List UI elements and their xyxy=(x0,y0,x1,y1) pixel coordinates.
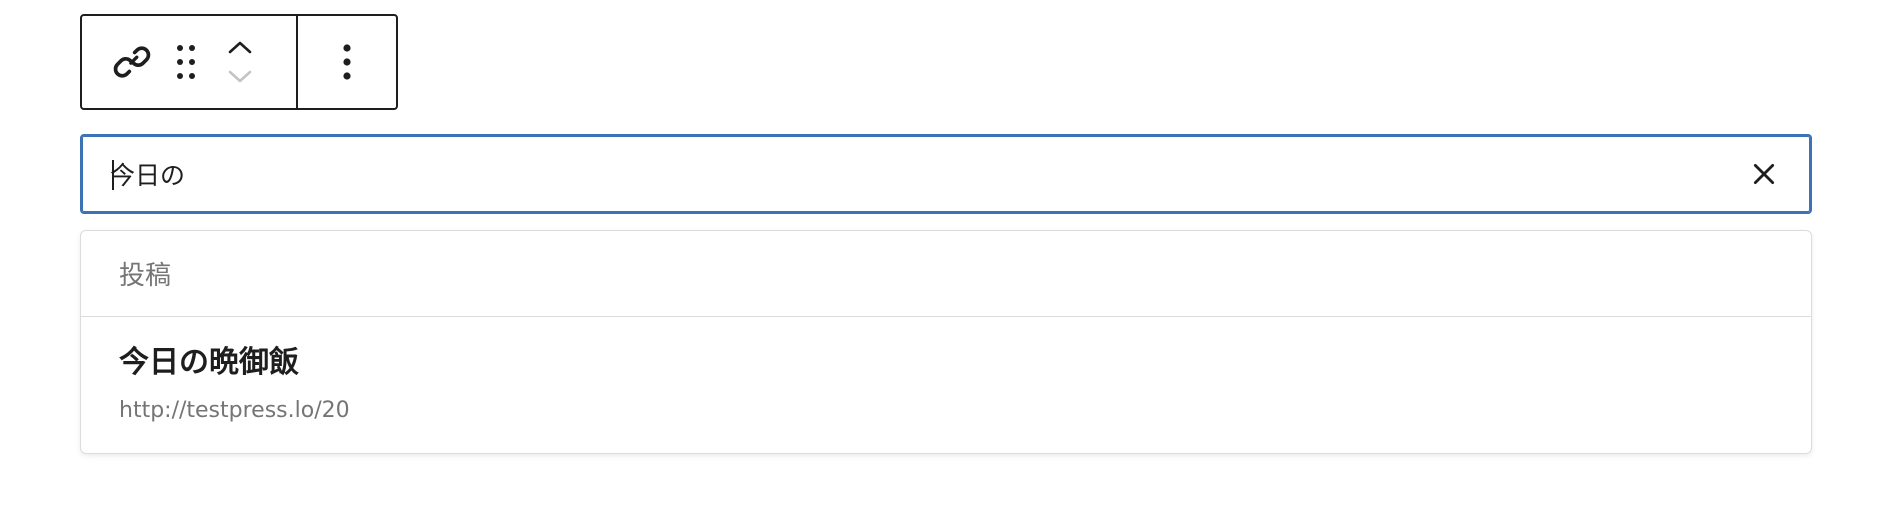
link-search-input[interactable] xyxy=(110,136,1670,212)
toolbar-more-group xyxy=(298,16,396,108)
move-up-button[interactable] xyxy=(222,32,258,62)
block-toolbar xyxy=(80,14,398,110)
clear-search-button[interactable] xyxy=(1744,154,1784,194)
more-vertical-icon xyxy=(343,44,351,80)
drag-handle-button[interactable] xyxy=(166,32,206,92)
result-title: 今日の晩御飯 xyxy=(119,345,299,380)
result-url: http://testpress.lo/20 xyxy=(119,398,350,423)
results-group-label: 投稿 xyxy=(81,231,1811,317)
link-icon xyxy=(113,46,151,78)
search-result-item[interactable]: 今日の晩御飯 http://testpress.lo/20 xyxy=(81,317,1811,425)
link-button[interactable] xyxy=(106,32,158,92)
text-caret xyxy=(112,160,114,190)
link-search-field xyxy=(80,134,1812,214)
move-down-button[interactable] xyxy=(222,62,258,92)
search-results-popover: 投稿 今日の晩御飯 http://testpress.lo/20 xyxy=(80,230,1812,454)
drag-handle-icon xyxy=(177,45,195,79)
chevron-up-icon xyxy=(228,41,252,54)
chevron-down-icon xyxy=(228,70,252,83)
toolbar-main-group xyxy=(82,16,298,108)
close-icon xyxy=(1753,163,1775,185)
more-options-button[interactable] xyxy=(327,32,367,92)
block-movers xyxy=(222,32,258,92)
